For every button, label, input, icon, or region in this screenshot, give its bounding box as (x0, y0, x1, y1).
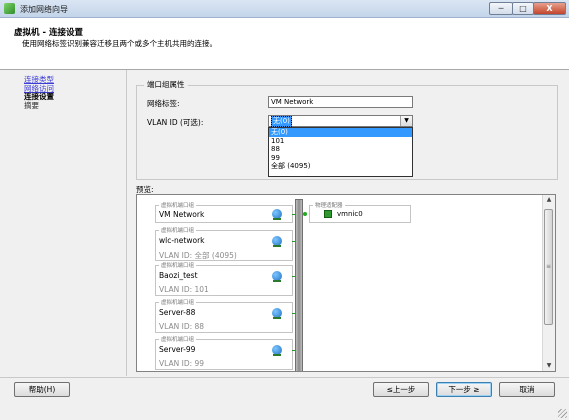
vlan-prefix: VLAN ID: (159, 251, 195, 260)
vlan-prefix: VLAN ID: (159, 359, 195, 368)
port-group-card: 虚拟机端口组 Server-88 VLAN ID: 88 (155, 298, 298, 333)
port-group-card: 虚拟机端口组 VM Network (155, 201, 298, 223)
close-button[interactable]: X (533, 2, 566, 15)
physical-adapter-name: vmnic0 (337, 210, 363, 218)
page-subtitle: 使用网络标签识别兼容迁移且两个或多个主机共用的连接。 (22, 39, 217, 48)
title-bar: 添加网络向导 ─ □ X (0, 0, 569, 18)
network-label-input[interactable]: VM Network (268, 96, 413, 108)
physical-adapter-caption: 物理适配器 (313, 201, 345, 209)
vlan-prefix: VLAN ID: (159, 322, 195, 331)
port-group-vlan: VLAN ID: 99 (159, 359, 204, 368)
vlan-option[interactable]: 全部 (4095) (269, 162, 412, 171)
port-group-caption: 虚拟机端口组 (159, 226, 197, 234)
vlan-id-selected-value: 无(0) (271, 116, 292, 127)
back-button[interactable]: ≤上一步 (373, 382, 429, 397)
wizard-header: 虚拟机 - 连接设置 使用网络标签识别兼容迁移且两个或多个主机共用的连接。 (0, 18, 569, 70)
network-globe-icon (272, 209, 282, 220)
nav-step-connection-settings: 连接设置 (24, 92, 54, 101)
network-globe-icon (272, 308, 282, 319)
virtual-switch-bar (295, 199, 303, 371)
port-group-caption: 虚拟机端口组 (159, 261, 197, 269)
wizard-step-nav: 连接类型 网络访问 连接设置 摘要 (24, 75, 124, 110)
resize-grip-icon[interactable] (558, 409, 567, 418)
port-group-name: Baozi_test (159, 271, 198, 280)
physical-adapter-card: 物理适配器 vmnic0 (309, 201, 411, 223)
vlan-option[interactable]: 88 (269, 145, 412, 154)
port-group-name: Server-88 (159, 308, 196, 317)
scrollbar-grip-icon: ≡ (546, 263, 552, 270)
vlan-option[interactable]: 101 (269, 137, 412, 146)
vlan-value: 101 (194, 285, 209, 294)
port-group-vlan: VLAN ID: 88 (159, 322, 204, 331)
port-group-name: wlc-network (159, 236, 205, 245)
uplink-dot (303, 212, 307, 216)
nav-divider (126, 70, 127, 376)
network-globe-icon (272, 345, 282, 356)
scroll-up-arrow-icon[interactable]: ▲ (543, 195, 555, 205)
port-group-caption: 虚拟机端口组 (159, 298, 197, 306)
preview-vertical-scrollbar[interactable]: ▲ ≡ ▼ (542, 195, 555, 371)
port-group-card: 虚拟机端口组 Baozi_test VLAN ID: 101 (155, 261, 298, 296)
network-adapter-icon (324, 210, 332, 218)
vlan-option[interactable]: 无(0) (269, 128, 412, 137)
vlan-value: 全部 (4095) (194, 251, 237, 260)
scroll-down-arrow-icon[interactable]: ▼ (543, 361, 555, 371)
port-group-caption: 虚拟机端口组 (159, 335, 197, 343)
network-preview-pane: 虚拟机端口组 VM Network 虚拟机端口组 wlc-network VLA… (136, 194, 556, 372)
network-globe-icon (272, 271, 282, 282)
port-group-name: Server-99 (159, 345, 196, 354)
vlan-value: 88 (194, 322, 205, 331)
help-button[interactable]: 帮助(H) (14, 382, 70, 397)
network-label-caption: 网络标签: (147, 99, 180, 108)
port-group-caption: 虚拟机端口组 (159, 201, 197, 209)
vlan-id-select[interactable]: 无(0) ▼ (268, 115, 413, 127)
nav-step-summary: 摘要 (24, 100, 39, 110)
chevron-down-icon[interactable]: ▼ (400, 116, 412, 126)
port-group-card: 虚拟机端口组 wlc-network VLAN ID: 全部 (4095) (155, 226, 298, 261)
page-title: 虚拟机 - 连接设置 (14, 28, 83, 38)
minimize-button[interactable]: ─ (489, 2, 513, 15)
wizard-app-icon (4, 3, 15, 14)
window-title: 添加网络向导 (20, 5, 68, 14)
vlan-prefix: VLAN ID: (159, 285, 195, 294)
port-group-name: VM Network (159, 210, 205, 219)
vlan-id-caption: VLAN ID (可选): (147, 118, 204, 127)
port-group-properties-legend: 端口组属性 (144, 79, 188, 90)
network-globe-icon (272, 236, 282, 247)
maximize-button[interactable]: □ (512, 2, 534, 15)
vlan-value: 99 (194, 359, 205, 368)
vlan-id-dropdown-list: 无(0) 101 88 99 全部 (4095) (268, 127, 413, 177)
port-group-vlan: VLAN ID: 101 (159, 285, 209, 294)
footer-divider (0, 377, 569, 378)
cancel-button[interactable]: 取消 (499, 382, 555, 397)
port-group-vlan: VLAN ID: 全部 (4095) (159, 250, 237, 261)
port-group-card: 虚拟机端口组 Server-99 VLAN ID: 99 (155, 335, 298, 370)
next-button[interactable]: 下一步 ≥ (436, 382, 492, 397)
